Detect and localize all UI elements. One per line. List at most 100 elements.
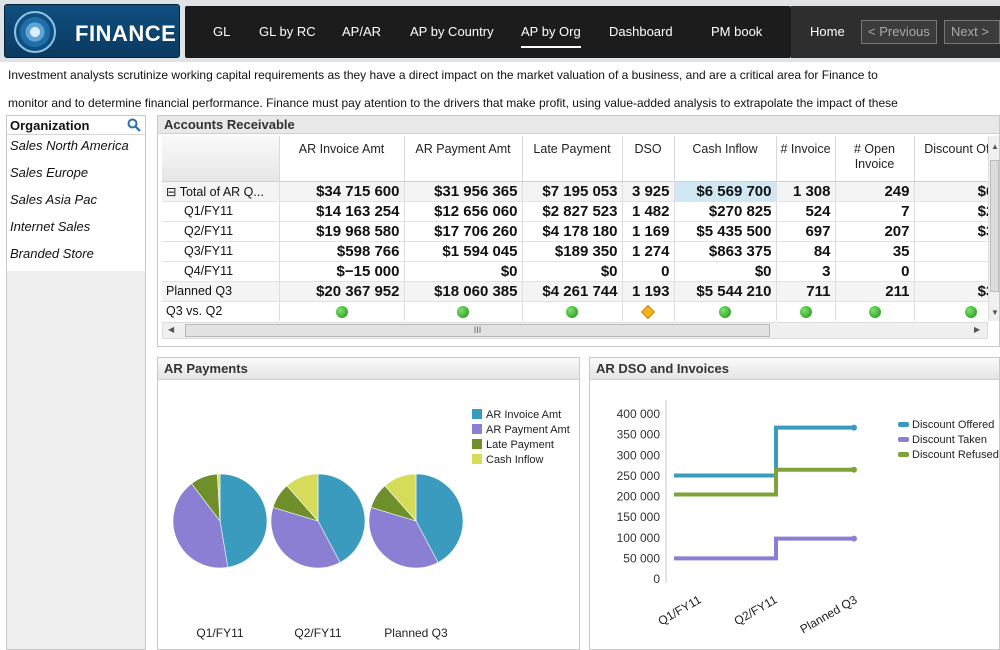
table-cell[interactable]: $1 594 045 bbox=[404, 241, 523, 262]
vertical-scrollbar[interactable]: ▲ ▼ bbox=[988, 136, 999, 321]
table-cell[interactable]: $1 8 bbox=[914, 241, 988, 262]
kpi-cell bbox=[404, 301, 523, 321]
table-cell[interactable]: $360 5 bbox=[914, 221, 988, 242]
table-row[interactable]: Q2/FY11 $19 968 580 $17 706 260 $4 178 180 1… bbox=[162, 221, 988, 242]
y-tick-label: 250 000 bbox=[617, 469, 661, 483]
table-cell[interactable]: 3 bbox=[776, 261, 836, 282]
table-cell[interactable]: $251 2 bbox=[914, 201, 988, 222]
row-label-text: Q4/FY11 bbox=[184, 264, 234, 278]
table-cell[interactable]: $19 968 580 bbox=[279, 221, 405, 242]
vertical-scroll-thumb[interactable] bbox=[990, 160, 999, 292]
table-cell[interactable]: $189 350 bbox=[522, 241, 623, 262]
table-cell[interactable]: $4 178 180 bbox=[522, 221, 623, 242]
table-cell[interactable]: $863 375 bbox=[674, 241, 777, 262]
scroll-right-icon[interactable]: ▶ bbox=[974, 325, 980, 334]
column-header[interactable]: Cash Inflow bbox=[674, 136, 777, 182]
table-row[interactable]: Q3 vs. Q2 bbox=[162, 301, 988, 321]
nav-item-gl-by-rc[interactable]: GL by RC bbox=[259, 6, 316, 58]
table-cell[interactable]: 211 bbox=[835, 281, 915, 302]
column-header[interactable]: Late Payment bbox=[522, 136, 623, 182]
table-cell[interactable]: $367 7 bbox=[914, 281, 988, 302]
nav-item-ap-by-country[interactable]: AP by Country bbox=[410, 6, 494, 58]
table-cell[interactable]: $20 367 952 bbox=[279, 281, 405, 302]
org-item-sales-north-america[interactable]: Sales North America bbox=[7, 135, 145, 162]
horizontal-scroll-thumb[interactable]: III bbox=[185, 324, 770, 337]
pie-slice[interactable] bbox=[219, 473, 268, 568]
table-cell[interactable]: $34 715 600 bbox=[279, 181, 405, 202]
table-cell[interactable]: $12 656 060 bbox=[404, 201, 523, 222]
table-cell[interactable]: 249 bbox=[835, 181, 915, 202]
table-cell[interactable]: 7 bbox=[835, 201, 915, 222]
scroll-left-icon[interactable]: ◀ bbox=[168, 325, 174, 334]
table-cell[interactable]: $5 435 500 bbox=[674, 221, 777, 242]
org-item-internet-sales[interactable]: Internet Sales bbox=[7, 216, 145, 243]
series-line[interactable] bbox=[674, 467, 854, 497]
previous-button[interactable]: < Previous bbox=[861, 20, 937, 44]
home-link[interactable]: Home bbox=[810, 6, 845, 58]
table-cell[interactable]: 3 925 bbox=[622, 181, 675, 202]
org-item-sales-europe[interactable]: Sales Europe bbox=[7, 162, 145, 189]
table-cell[interactable]: 1 193 bbox=[622, 281, 675, 302]
column-header[interactable]: # Invoice bbox=[776, 136, 836, 182]
nav-item-ap-by-org[interactable]: AP by Org bbox=[521, 6, 581, 58]
table-cell[interactable]: $598 766 bbox=[279, 241, 405, 262]
table-cell[interactable]: $18 060 385 bbox=[404, 281, 523, 302]
table-row[interactable]: Planned Q3 $20 367 952 $18 060 385 $4 261 7… bbox=[162, 281, 988, 302]
table-cell[interactable] bbox=[914, 261, 988, 282]
table-cell[interactable]: 1 482 bbox=[622, 201, 675, 222]
collapse-icon[interactable]: ⊟ bbox=[166, 185, 180, 199]
table-cell[interactable]: $270 825 bbox=[674, 201, 777, 222]
table-cell[interactable]: $7 195 053 bbox=[522, 181, 623, 202]
table-cell[interactable]: $6 569 700 bbox=[674, 181, 777, 202]
table-row[interactable]: Q3/FY11 $598 766 $1 594 045 $189 350 1 274 $8… bbox=[162, 241, 988, 262]
org-item-sales-asia-pac[interactable]: Sales Asia Pac bbox=[7, 189, 145, 216]
column-header[interactable]: AR Invoice Amt bbox=[279, 136, 405, 182]
table-cell[interactable]: $−15 000 bbox=[279, 261, 405, 282]
table-cell[interactable]: $5 544 210 bbox=[674, 281, 777, 302]
table-cell[interactable]: 84 bbox=[776, 241, 836, 262]
org-item-branded-store[interactable]: Branded Store bbox=[7, 243, 145, 270]
table-cell[interactable]: 35 bbox=[835, 241, 915, 262]
column-header[interactable]: # Open Invoice bbox=[835, 136, 915, 182]
nav-item-dashboard[interactable]: Dashboard bbox=[609, 6, 673, 58]
app-logo[interactable]: FINANCE bbox=[4, 4, 180, 58]
amber-diamond-icon bbox=[640, 304, 656, 319]
table-cell[interactable]: $0 bbox=[404, 261, 523, 282]
series-line[interactable] bbox=[674, 536, 854, 561]
table-cell[interactable]: 1 274 bbox=[622, 241, 675, 262]
nav-item-pm-book[interactable]: PM book bbox=[711, 6, 762, 58]
table-cell[interactable]: 207 bbox=[835, 221, 915, 242]
table-cell[interactable]: 0 bbox=[835, 261, 915, 282]
table-cell[interactable]: 0 bbox=[622, 261, 675, 282]
series-point[interactable] bbox=[851, 466, 857, 473]
table-row[interactable]: Q1/FY11 $14 163 254 $12 656 060 $2 827 523 1… bbox=[162, 201, 988, 222]
search-icon[interactable] bbox=[127, 118, 141, 132]
table-cell[interactable]: 1 308 bbox=[776, 181, 836, 202]
table-cell[interactable]: $613 7 bbox=[914, 181, 988, 202]
table-cell[interactable]: $31 956 365 bbox=[404, 181, 523, 202]
scroll-down-icon[interactable]: ▼ bbox=[991, 308, 999, 317]
column-header[interactable]: Discount Offered bbox=[914, 136, 988, 182]
table-cell[interactable]: 1 169 bbox=[622, 221, 675, 242]
table-row[interactable]: Q4/FY11 $−15 000 $0 $0 0 $0 3 0 bbox=[162, 261, 988, 282]
table-cell[interactable]: $2 827 523 bbox=[522, 201, 623, 222]
column-header[interactable]: DSO bbox=[622, 136, 675, 182]
column-header[interactable]: AR Payment Amt bbox=[404, 136, 523, 182]
table-cell[interactable]: 711 bbox=[776, 281, 836, 302]
table-cell[interactable]: $17 706 260 bbox=[404, 221, 523, 242]
table-cell[interactable]: $0 bbox=[674, 261, 777, 282]
table-cell[interactable]: $14 163 254 bbox=[279, 201, 405, 222]
table-cell[interactable]: 524 bbox=[776, 201, 836, 222]
legend-label: Late Payment bbox=[486, 439, 554, 451]
table-row[interactable]: ⊟ Total of AR Q... $34 715 600 $31 956 365… bbox=[162, 181, 988, 202]
nav-item-ap-ar[interactable]: AP/AR bbox=[342, 6, 381, 58]
table-cell[interactable]: $4 261 744 bbox=[522, 281, 623, 302]
series-point[interactable] bbox=[851, 535, 857, 542]
scroll-up-icon[interactable]: ▲ bbox=[991, 142, 999, 151]
next-button[interactable]: Next > bbox=[944, 20, 1000, 44]
table-cell[interactable]: 697 bbox=[776, 221, 836, 242]
series-point[interactable] bbox=[851, 424, 857, 431]
table-cell[interactable]: $0 bbox=[522, 261, 623, 282]
nav-item-gl[interactable]: GL bbox=[213, 6, 230, 58]
horizontal-scrollbar[interactable]: ◀ III ▶ bbox=[162, 322, 988, 339]
